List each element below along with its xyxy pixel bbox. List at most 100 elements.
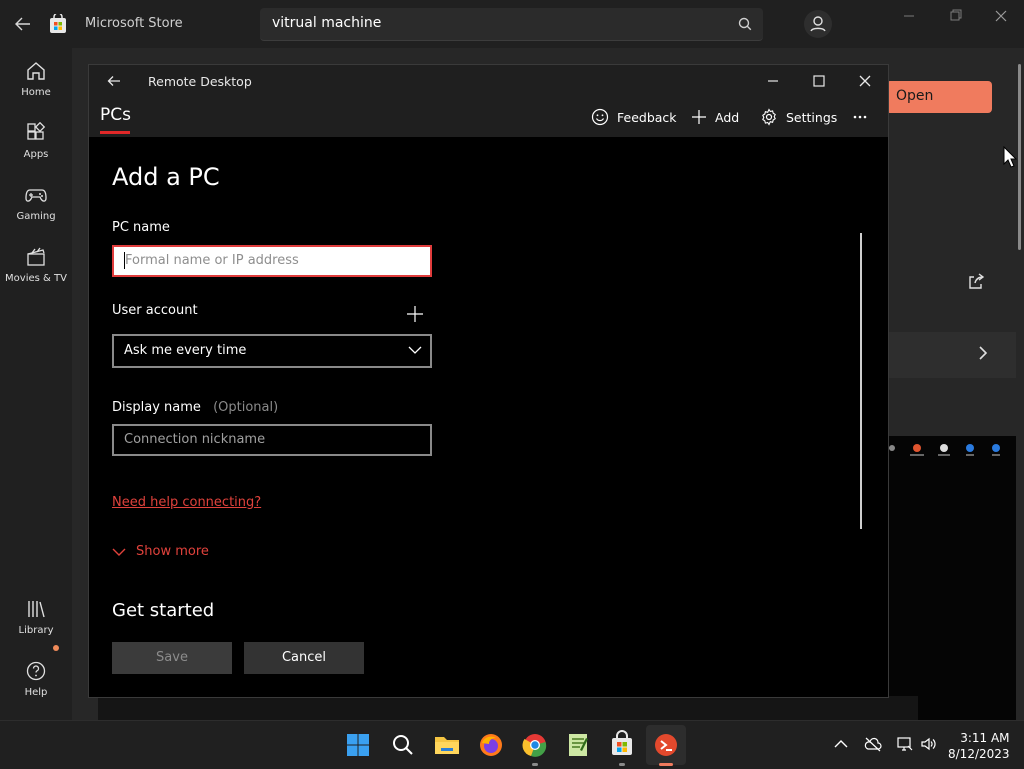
user-account-label: User account — [112, 303, 198, 318]
onedrive-offline-icon[interactable] — [864, 735, 882, 753]
network-icon[interactable] — [896, 735, 914, 753]
store-app-title: Microsoft Store — [85, 16, 183, 31]
add-label: Add — [715, 109, 740, 125]
chevron-down-icon — [408, 345, 422, 355]
add-user-account-icon[interactable] — [406, 305, 424, 323]
firefox-icon[interactable] — [475, 729, 507, 761]
display-name-label: Display name (Optional) — [112, 400, 278, 415]
sidebar-item-label: Help — [24, 687, 48, 698]
store-open-button[interactable]: Open — [886, 81, 992, 113]
minimize-icon[interactable] — [764, 72, 782, 90]
chevron-down-icon — [112, 548, 126, 556]
share-icon[interactable] — [966, 271, 986, 291]
search-icon[interactable] — [387, 729, 419, 761]
sidebar-item-library[interactable]: Library — [0, 598, 72, 636]
more-options-icon[interactable] — [852, 107, 868, 127]
gear-icon — [762, 108, 776, 126]
display-name-label-text: Display name — [112, 400, 201, 415]
feedback-label: Feedback — [617, 109, 677, 125]
chevron-right-icon[interactable] — [976, 344, 990, 362]
rd-window-title: Remote Desktop — [148, 74, 252, 89]
store-bottom-strip — [98, 696, 918, 720]
clock-date: 8/12/2023 — [948, 747, 1010, 761]
remote-desktop-icon[interactable] — [650, 729, 682, 761]
pc-name-label: PC name — [112, 220, 170, 235]
back-arrow-icon[interactable] — [107, 74, 121, 88]
clock-time: 3:11 AM — [960, 731, 1010, 745]
tab-pcs[interactable]: PCs — [100, 105, 131, 125]
feedback-button[interactable]: Feedback — [591, 107, 677, 127]
sidebar-item-movies-tv[interactable]: Movies & TV — [0, 246, 72, 284]
smiley-icon — [591, 108, 609, 126]
sidebar-item-help[interactable]: Help — [0, 660, 72, 698]
store-titlebar: Microsoft Store vitrual machine — [0, 0, 1024, 48]
notification-dot — [53, 645, 59, 651]
settings-label: Settings — [786, 109, 838, 125]
help-icon — [26, 661, 46, 681]
store-info-row[interactable] — [886, 332, 1016, 378]
rd-scrollbar[interactable] — [860, 233, 862, 529]
gaming-icon — [25, 189, 47, 202]
show-more-toggle[interactable]: Show more — [112, 544, 209, 559]
running-indicator — [619, 763, 625, 766]
mouse-cursor-icon — [1003, 146, 1017, 168]
sidebar-item-home[interactable]: Home — [0, 60, 72, 98]
optional-hint: (Optional) — [213, 400, 279, 415]
store-screenshot-preview[interactable] — [886, 436, 1016, 720]
account-icon[interactable] — [804, 10, 832, 38]
maximize-icon[interactable] — [810, 72, 828, 90]
page-title: Add a PC — [112, 163, 220, 191]
user-account-value: Ask me every time — [124, 343, 247, 358]
sidebar-item-gaming[interactable]: Gaming — [0, 184, 72, 222]
store-search-box[interactable]: vitrual machine — [260, 8, 763, 41]
rd-toolbar: PCs Feedback Add Settings — [89, 97, 888, 137]
sidebar-item-label: Apps — [23, 149, 49, 160]
save-button[interactable]: Save — [112, 642, 232, 674]
library-icon — [28, 601, 45, 618]
sidebar-item-label: Gaming — [16, 211, 56, 222]
close-icon[interactable] — [856, 72, 874, 90]
user-account-dropdown[interactable]: Ask me every time — [112, 334, 432, 368]
cancel-button[interactable]: Cancel — [244, 642, 364, 674]
get-started-heading: Get started — [112, 600, 215, 621]
running-indicator — [532, 763, 538, 766]
search-icon[interactable] — [737, 16, 753, 32]
store-sidebar: Home Apps Gaming Movies & TV Library Hel… — [0, 48, 72, 720]
pc-name-input[interactable]: Formal name or IP address — [112, 245, 432, 277]
sidebar-item-label: Library — [18, 625, 54, 636]
sidebar-item-label: Movies & TV — [5, 273, 67, 284]
start-windows-icon[interactable] — [342, 729, 374, 761]
store-minimize-icon[interactable] — [893, 6, 925, 26]
settings-button[interactable]: Settings — [760, 107, 837, 127]
display-name-input[interactable]: Connection nickname — [112, 424, 432, 456]
pc-name-placeholder: Formal name or IP address — [125, 253, 299, 268]
store-close-icon[interactable] — [985, 6, 1017, 26]
movies-icon — [27, 247, 45, 266]
remote-desktop-window: Remote Desktop PCs Feedback Add Settings — [88, 64, 889, 698]
microsoft-store-icon[interactable] — [606, 729, 638, 761]
back-arrow-icon[interactable] — [12, 13, 34, 35]
chrome-icon[interactable] — [519, 729, 551, 761]
volume-icon[interactable] — [919, 735, 937, 753]
chevron-up-icon[interactable] — [832, 735, 850, 753]
active-indicator — [659, 763, 673, 766]
store-search-input[interactable]: vitrual machine — [272, 15, 381, 31]
show-more-label: Show more — [136, 544, 209, 559]
notepad-plus-plus-icon[interactable] — [562, 729, 594, 761]
add-button[interactable]: Add — [691, 107, 739, 127]
store-open-label: Open — [896, 88, 934, 104]
store-logo-icon — [49, 14, 67, 34]
tab-active-indicator — [100, 131, 130, 134]
rd-titlebar: Remote Desktop — [89, 65, 888, 97]
file-explorer-icon[interactable] — [431, 729, 463, 761]
home-icon — [27, 62, 45, 80]
store-scrollbar[interactable] — [1018, 64, 1021, 250]
apps-icon — [27, 122, 46, 140]
system-clock[interactable]: 3:11 AM 8/12/2023 — [948, 730, 1010, 762]
store-restore-icon[interactable] — [939, 6, 971, 26]
sidebar-item-apps[interactable]: Apps — [0, 122, 72, 160]
plus-icon — [692, 110, 706, 124]
taskbar: 3:11 AM 8/12/2023 — [0, 720, 1024, 769]
sidebar-item-label: Home — [21, 87, 51, 98]
help-connecting-link[interactable]: Need help connecting? — [112, 495, 261, 510]
